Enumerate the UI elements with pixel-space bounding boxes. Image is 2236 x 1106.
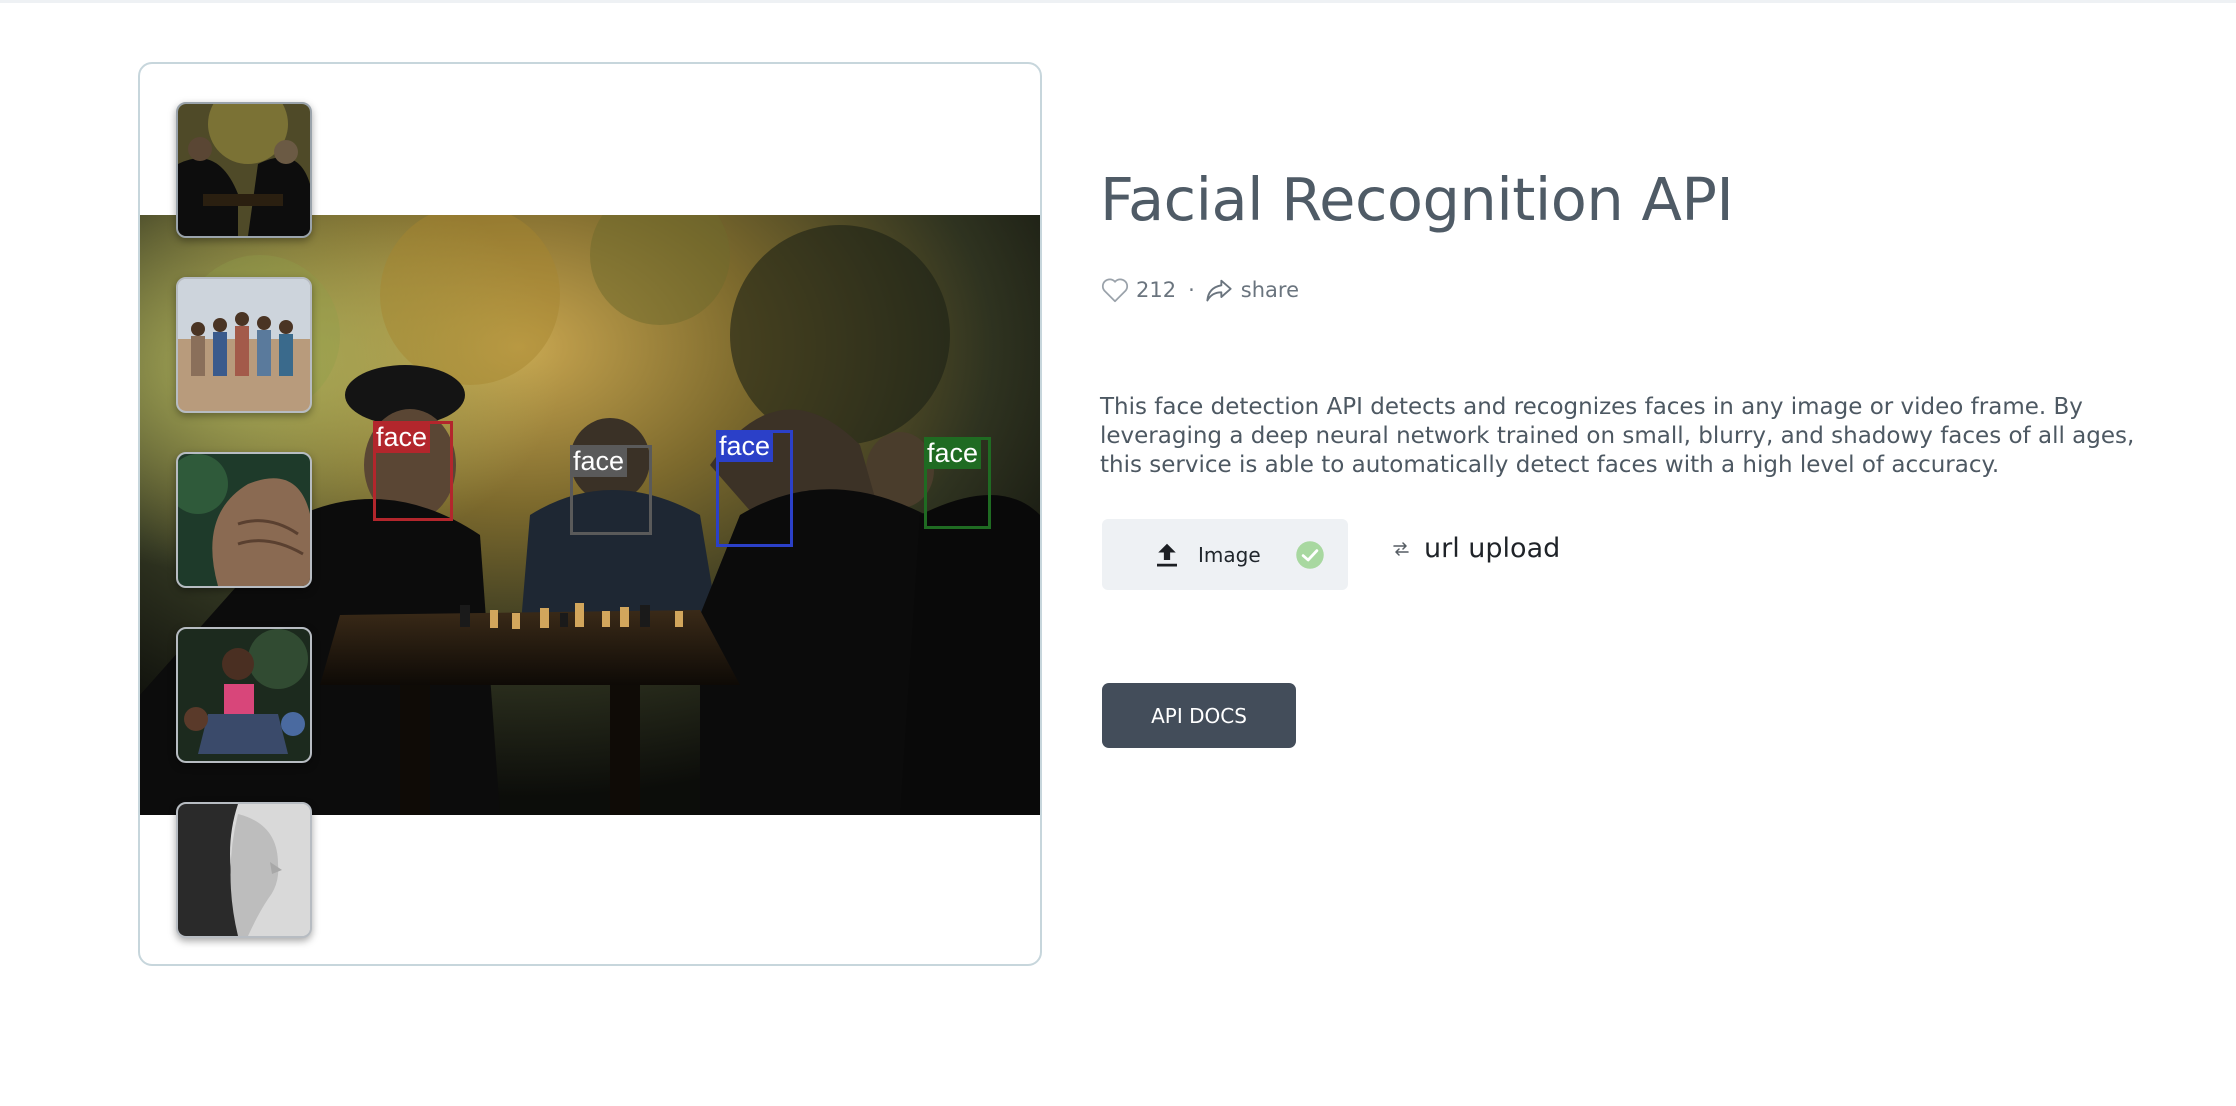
thumbnail-smiling-woman[interactable] xyxy=(176,627,312,763)
face-label: face xyxy=(924,437,982,469)
image-upload-label: Image xyxy=(1198,542,1261,567)
thumbnail-chess-players[interactable] xyxy=(176,102,312,238)
share-label: share xyxy=(1240,278,1299,302)
face-detection-box: face xyxy=(373,421,453,521)
demo-image-frame: face face face face xyxy=(138,62,1042,966)
top-divider xyxy=(0,0,2236,3)
face-detection-box: face xyxy=(924,437,991,529)
face-detection-box: face xyxy=(716,430,793,547)
api-description: This face detection API detects and reco… xyxy=(1100,394,2135,478)
sample-image-list xyxy=(176,102,312,964)
share-icon xyxy=(1206,279,1232,302)
swap-icon xyxy=(1393,541,1409,556)
heart-icon[interactable] xyxy=(1100,276,1130,304)
social-bar: 212 · share xyxy=(1100,276,1299,304)
thumbnail-woman-profile-bw[interactable] xyxy=(176,802,312,938)
upload-icon xyxy=(1157,543,1177,566)
thumbnail-elder-face[interactable] xyxy=(176,452,312,588)
check-circle-icon xyxy=(1295,540,1324,569)
api-docs-button[interactable]: API DOCS xyxy=(1102,683,1296,748)
face-label: face xyxy=(570,445,628,477)
url-upload-label: url upload xyxy=(1424,533,1561,564)
page-title: Facial Recognition API xyxy=(1100,165,1734,234)
face-detection-box: face xyxy=(570,445,652,535)
meta-separator: · xyxy=(1188,278,1195,302)
face-label: face xyxy=(716,430,774,462)
image-upload-button[interactable]: Image xyxy=(1102,519,1348,590)
like-count: 212 xyxy=(1136,278,1177,302)
face-label: face xyxy=(373,421,431,453)
thumbnail-children-group[interactable] xyxy=(176,277,312,413)
url-upload-toggle[interactable]: url upload xyxy=(1392,533,1560,564)
share-button[interactable]: share xyxy=(1205,277,1299,303)
